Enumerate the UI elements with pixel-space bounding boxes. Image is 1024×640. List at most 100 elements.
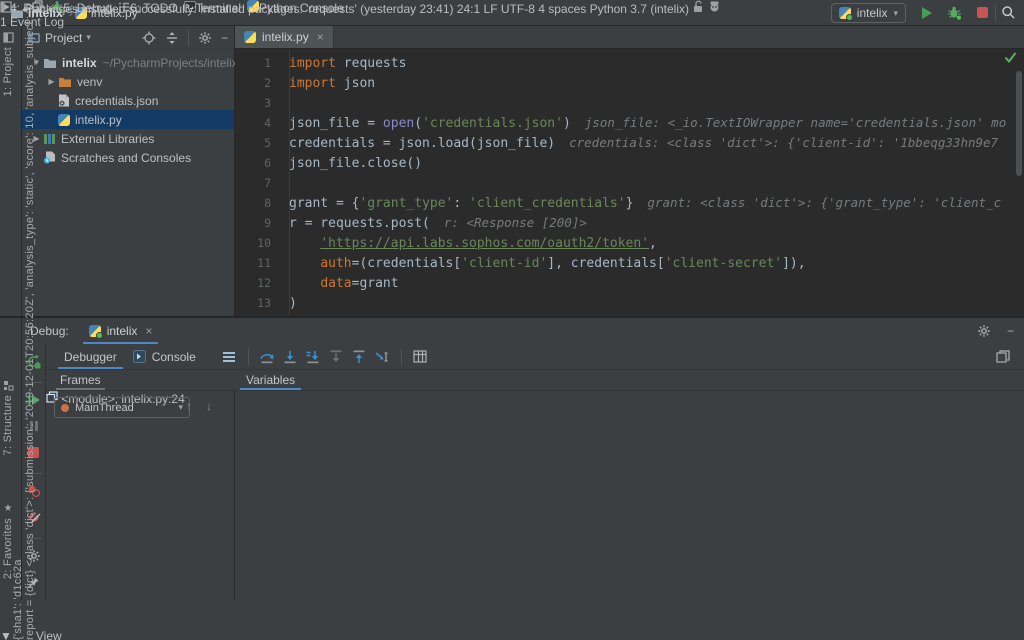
run-config-python-icon	[839, 7, 851, 19]
code-segment: 'client-secret'	[665, 256, 782, 271]
debug-settings-gear-icon[interactable]	[977, 324, 991, 338]
line-ending[interactable]: LF	[484, 2, 498, 16]
code-segment: grant = {	[289, 196, 359, 211]
python-run-icon	[89, 325, 101, 337]
code-editor[interactable]: 1import requests2import json34json_file …	[235, 49, 1024, 316]
next-frame-icon[interactable]: ↓	[206, 399, 212, 413]
run-config-name: intelix	[857, 6, 888, 20]
tree-item-label: intelix.py	[75, 113, 122, 127]
code-segment: import	[289, 76, 336, 91]
tree-item-label: Scratches and Consoles	[61, 151, 191, 165]
locate-file-icon[interactable]	[142, 31, 156, 45]
run-to-cursor-button[interactable]	[371, 346, 394, 368]
debug-session-tab[interactable]: intelix ×	[83, 318, 159, 344]
variable-value: <class 'dict'>: {'submission': '2019-12-…	[12, 15, 36, 640]
step-out-block-icon	[328, 350, 344, 364]
indent-setting[interactable]: 4 spaces	[538, 2, 586, 16]
editor-tab-bar: intelix.py ×	[235, 26, 1024, 49]
run-button[interactable]	[922, 7, 932, 19]
debug-button[interactable]	[947, 5, 962, 20]
hide-debug-panel-icon[interactable]: −	[1007, 324, 1014, 338]
hide-panel-icon[interactable]: −	[221, 31, 228, 45]
debugger-inline-hint: grant: <class 'dict'>: {'grant_type': 'c…	[647, 195, 1001, 210]
line-number: 5	[235, 133, 289, 153]
lock-icon[interactable]	[692, 0, 704, 13]
code-segment: 'credentials.json'	[422, 116, 563, 131]
code-segment: )	[563, 116, 571, 131]
line-number: 9	[235, 213, 289, 233]
thread-name: MainThread	[75, 402, 134, 414]
tab-label: intelix.py	[262, 30, 309, 44]
tab-intelix-py[interactable]: intelix.py ×	[235, 26, 334, 48]
code-segment: json_file =	[289, 116, 383, 131]
step-out-block-button[interactable]	[325, 346, 348, 368]
editor-scrollbar[interactable]	[1016, 71, 1022, 176]
tab-debugger[interactable]: Debugger	[56, 344, 125, 369]
step-into-button[interactable]	[279, 346, 302, 368]
code-segment: ]),	[782, 256, 805, 271]
code-segment: import	[289, 56, 336, 71]
frames-header-label: Frames	[60, 373, 101, 387]
collapse-all-icon[interactable]	[165, 31, 179, 45]
run-config-dropdown-icon: ▾	[893, 8, 898, 19]
code-segment: requests	[336, 56, 406, 71]
caret-position[interactable]: 24:1	[457, 2, 480, 16]
code-segment: data	[320, 276, 351, 291]
step-over-icon	[259, 350, 275, 364]
step-out-button[interactable]	[348, 346, 371, 368]
code-line: 6json_file.close()	[235, 153, 1024, 173]
line-number: 4	[235, 113, 289, 133]
variable-name: report	[24, 609, 36, 640]
code-line: 2import json	[235, 73, 1024, 93]
tab-console[interactable]: Console	[125, 344, 204, 369]
variable-row-report[interactable]: ▼ report = {dict} <class 'dict'>: {'submi…	[0, 0, 62, 640]
code-segment: 'https://api.labs.sophos.com/oauth2/toke…	[320, 236, 649, 251]
code-line: 4json_file = open('credentials.json')jso…	[235, 113, 1024, 133]
code-segment: 'client_credentials'	[469, 196, 626, 211]
event-log-label: Event Log	[10, 15, 64, 29]
step-over-button[interactable]	[256, 346, 279, 368]
threads-view-icon[interactable]	[218, 346, 241, 368]
stop-button[interactable]	[977, 7, 988, 18]
close-icon[interactable]: ×	[317, 30, 324, 44]
toolbar-divider	[401, 349, 402, 365]
close-icon[interactable]: ×	[145, 324, 152, 338]
interpreter[interactable]: Python 3.7 (intelix)	[590, 2, 689, 16]
inspections-ok-icon[interactable]	[1004, 52, 1017, 66]
debugger-subpanel-headers: Frames Variables	[46, 370, 1024, 391]
variables-header[interactable]: Variables	[240, 370, 301, 390]
code-segment: r = requests.post(	[289, 216, 430, 231]
search-everywhere-button[interactable]	[1001, 5, 1016, 20]
event-log-button[interactable]: 1 Event Log	[0, 15, 64, 29]
code-segment: json	[336, 76, 375, 91]
toolwindow-quick-access-icon[interactable]	[0, 1, 12, 13]
previous-frame-icon[interactable]: ↑	[186, 399, 192, 413]
stop-icon	[977, 7, 988, 18]
frames-header[interactable]: Frames	[56, 370, 105, 390]
code-line: 7	[235, 173, 1024, 193]
file-encoding[interactable]: UTF-8	[501, 2, 535, 16]
thread-selector[interactable]: MainThread ▾	[54, 397, 190, 418]
status-bar: Packages installed successfully: Install…	[0, 0, 721, 16]
debugger-inline-hint: r: <Response [200]>	[444, 215, 587, 230]
project-dropdown-icon[interactable]: ▾	[86, 32, 91, 43]
search-icon	[1001, 5, 1016, 20]
var-expander-icon[interactable]: ▼	[0, 629, 12, 640]
equals: =	[24, 596, 36, 609]
tree-item-path: ~/PycharmProjects/intelix	[103, 56, 238, 70]
code-line: 1import requests	[235, 53, 1024, 73]
view-as-table-button[interactable]	[409, 346, 432, 368]
restore-layout-button[interactable]	[991, 346, 1014, 368]
debug-tab-label: intelix	[107, 324, 138, 338]
layout-icon	[996, 350, 1010, 363]
view-link[interactable]: View	[36, 629, 62, 640]
settings-gear-icon[interactable]	[198, 31, 212, 45]
force-step-into-button[interactable]	[302, 346, 325, 368]
run-config-selector[interactable]: intelix ▾	[831, 3, 906, 23]
table-icon	[413, 350, 427, 363]
variable-type: {dict}	[24, 570, 36, 596]
status-message[interactable]: Packages installed successfully: Install…	[25, 2, 453, 16]
debugger-tab-label: Debugger	[64, 350, 117, 364]
code-segment: =grant	[352, 276, 399, 291]
inspection-profile-icon[interactable]	[708, 0, 721, 13]
